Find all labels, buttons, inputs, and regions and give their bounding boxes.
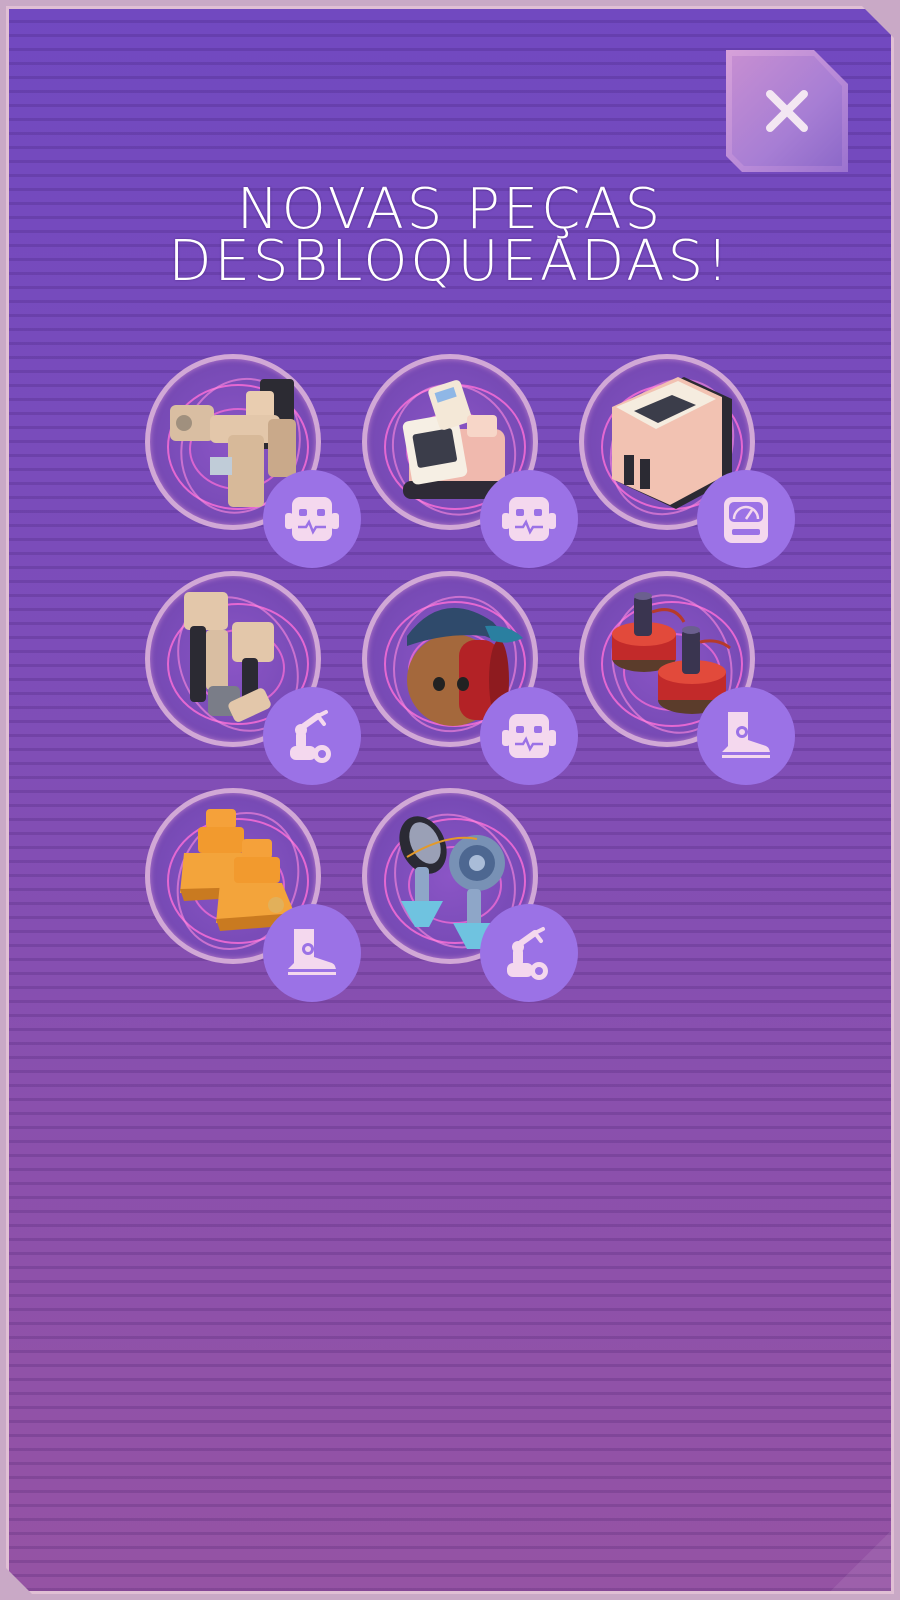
category-badge — [697, 470, 795, 568]
robot-arm-icon — [290, 710, 331, 763]
part-item-arm[interactable] — [145, 354, 361, 568]
category-badge — [263, 687, 361, 785]
robot-head-icon — [502, 714, 556, 758]
panel-corner-decoration — [831, 1531, 891, 1591]
category-badge — [480, 904, 578, 1002]
category-badge — [480, 470, 578, 568]
robot-head-icon — [285, 497, 339, 541]
boot-icon — [288, 929, 336, 975]
robot-head-icon — [502, 497, 556, 541]
part-item-register-head[interactable] — [362, 354, 578, 568]
part-item-cap-barrel-head[interactable] — [362, 571, 578, 785]
category-badge — [263, 904, 361, 1002]
robot-body-icon — [724, 497, 768, 543]
part-item-blue-wheel-arm[interactable] — [362, 788, 578, 1002]
category-badge — [697, 687, 795, 785]
robot-arm-icon — [507, 927, 548, 980]
part-item-machine-body[interactable] — [579, 354, 795, 568]
category-badge — [480, 687, 578, 785]
boot-icon — [722, 712, 770, 758]
category-badge — [263, 470, 361, 568]
part-item-red-coil-legs[interactable] — [579, 571, 795, 785]
part-item-claw-arm[interactable] — [145, 571, 361, 785]
parts-grid — [0, 0, 900, 1002]
part-item-orange-boots[interactable] — [145, 788, 361, 1002]
